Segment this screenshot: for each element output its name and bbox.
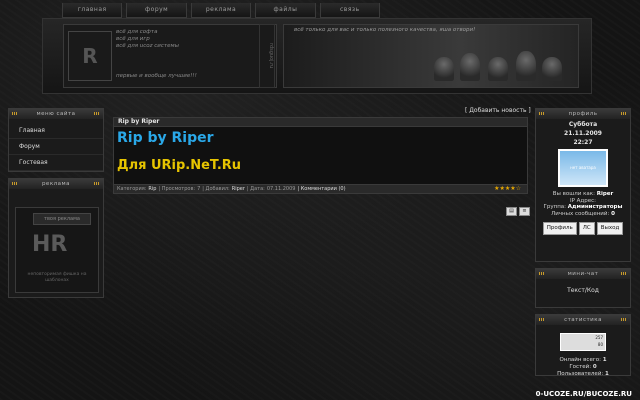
menu-item-guestbook[interactable]: Гостевая <box>9 155 103 171</box>
meta-date: 07.11.2009 <box>266 186 296 192</box>
users-count: 1 <box>605 371 609 377</box>
header-left-panel: R всё для софта всё для игр всё для ucoz… <box>63 24 277 88</box>
site-menu-title: меню сайта <box>9 109 103 119</box>
pm-button[interactable]: ЛС <box>578 222 595 235</box>
chat-block: мини-чат Текст/Код <box>535 268 631 308</box>
header-banner: R всё для софта всё для игр всё для ucoz… <box>42 18 592 94</box>
header-line: всё для ucoz системы <box>116 43 179 49</box>
soldier-figure <box>460 53 480 81</box>
visit-counter[interactable]: 257 80 <box>560 333 606 351</box>
profile-button[interactable]: Профиль <box>542 222 577 235</box>
meta-category[interactable]: Rip <box>148 185 156 193</box>
online-stats: Онлайн всего: 1 Гостей: 0 Пользователей:… <box>536 357 630 378</box>
user-block: профиль Суббота 21.11.2009 22:27 нет ава… <box>535 108 631 262</box>
post-header: Rip by Riper <box>114 118 527 127</box>
nav-files[interactable]: файлы <box>255 3 316 18</box>
soldier-figure <box>542 57 562 81</box>
logged-as: Riper <box>596 191 614 197</box>
meta-views-label: | Просмотров: <box>158 186 196 192</box>
watermark: 0-UCOZE.RU/BUCOZE.RU <box>535 390 632 398</box>
hr-logo-icon: HR <box>32 232 68 257</box>
online-total: 1 <box>602 357 607 363</box>
soldier-figure <box>516 51 536 81</box>
header-slogan: всё только для вас и только полезного ка… <box>294 27 476 33</box>
nav-forum[interactable]: форум <box>126 3 187 18</box>
meta-views: 7 <box>197 186 201 192</box>
current-day: Суббота <box>568 121 598 128</box>
nav-contact[interactable]: связь <box>319 3 381 18</box>
guests-label: Гостей: <box>569 364 592 370</box>
avatar: нет аватара <box>558 149 608 187</box>
print-icon[interactable]: ▤ <box>506 207 517 216</box>
meta-author[interactable]: Riper <box>232 185 245 193</box>
user-block-title: профиль <box>536 109 630 119</box>
news-post: Rip by Riper Rip by Riper Для URip.NeT.R… <box>113 117 528 194</box>
current-time: 22:27 <box>573 139 593 146</box>
ad-block: реклама HR неповторимая фишка на шаблона… <box>8 178 104 298</box>
ad-button[interactable]: твоя реклама <box>33 213 91 225</box>
soldier-figure <box>488 57 508 81</box>
meta-category-label: Категория: <box>117 186 147 192</box>
logout-button[interactable]: Выход <box>596 222 624 235</box>
stats-block: статистика 257 80 Онлайн всего: 1 Гостей… <box>535 314 631 378</box>
header-lines: всё для софта всё для игр всё для ucoz с… <box>116 29 179 50</box>
menu-item-forum[interactable]: Форум <box>9 139 103 155</box>
nav-ads[interactable]: реклама <box>190 3 252 18</box>
post-subtitle: Для URip.NeT.Ru <box>117 158 242 173</box>
soldier-figure <box>434 57 454 81</box>
meta-date-label: | Дата: <box>246 186 265 192</box>
rss-icon[interactable]: ≡ <box>519 207 530 216</box>
ad-block-title: реклама <box>9 179 103 189</box>
add-news-link[interactable]: [ Добавить новость ] <box>465 107 531 114</box>
rating-stars[interactable]: ★★★★☆ <box>494 185 521 193</box>
group-label: Группа: <box>543 204 567 210</box>
counter-bottom: 80 <box>597 342 603 347</box>
stats-block-title: статистика <box>536 315 630 325</box>
post-meta: Категория: Rip | Просмотров: 7 | Добавил… <box>114 184 527 193</box>
user-buttons: Профиль ЛС Выход <box>536 222 630 235</box>
site-menu-block: меню сайта Главная Форум Гостевая <box>8 108 104 172</box>
user-info: Вы вошли как: Riper IP Адрес: Группа: Ад… <box>536 191 630 217</box>
header-line: всё для софта <box>116 29 158 35</box>
messages-count: 0 <box>611 210 615 217</box>
post-title[interactable]: Rip by Riper <box>114 127 527 150</box>
online-total-label: Онлайн всего: <box>559 357 601 363</box>
meta-added-label: | Добавил: <box>202 186 230 192</box>
left-column: меню сайта Главная Форум Гостевая реклам… <box>8 108 104 304</box>
guests-count: 0 <box>592 364 597 370</box>
chat-block-title: мини-чат <box>536 269 630 279</box>
header-tagline: первые и вообще лучшие!!! <box>116 73 197 79</box>
ad-caption: неповторимая фишка на шаблонах <box>27 272 87 283</box>
messages-label: Личных сообщений: <box>551 210 610 217</box>
nav-home[interactable]: главная <box>62 3 123 18</box>
current-date: 21.11.2009 <box>564 130 602 137</box>
chat-text-link[interactable]: Текст/Код <box>536 287 630 294</box>
header-art-panel: всё только для вас и только полезного ка… <box>283 24 579 88</box>
header-side-text: rdsguoj.ru <box>259 24 275 88</box>
users-label: Пользователей: <box>557 371 604 377</box>
menu-item-home[interactable]: Главная <box>9 123 103 139</box>
meta-comments[interactable]: | Комментарии (0) <box>297 185 345 193</box>
counter-top: 257 <box>595 335 603 340</box>
right-column: профиль Суббота 21.11.2009 22:27 нет ава… <box>535 108 631 382</box>
user-group: Администраторы <box>567 204 623 210</box>
site-logo: R <box>68 31 112 81</box>
header-line: всё для игр <box>116 36 150 42</box>
top-nav: главная форум реклама файлы связь <box>62 3 381 18</box>
post-actions: ▤ ≡ <box>506 207 530 216</box>
logged-as-label: Вы вошли как: <box>552 191 595 197</box>
